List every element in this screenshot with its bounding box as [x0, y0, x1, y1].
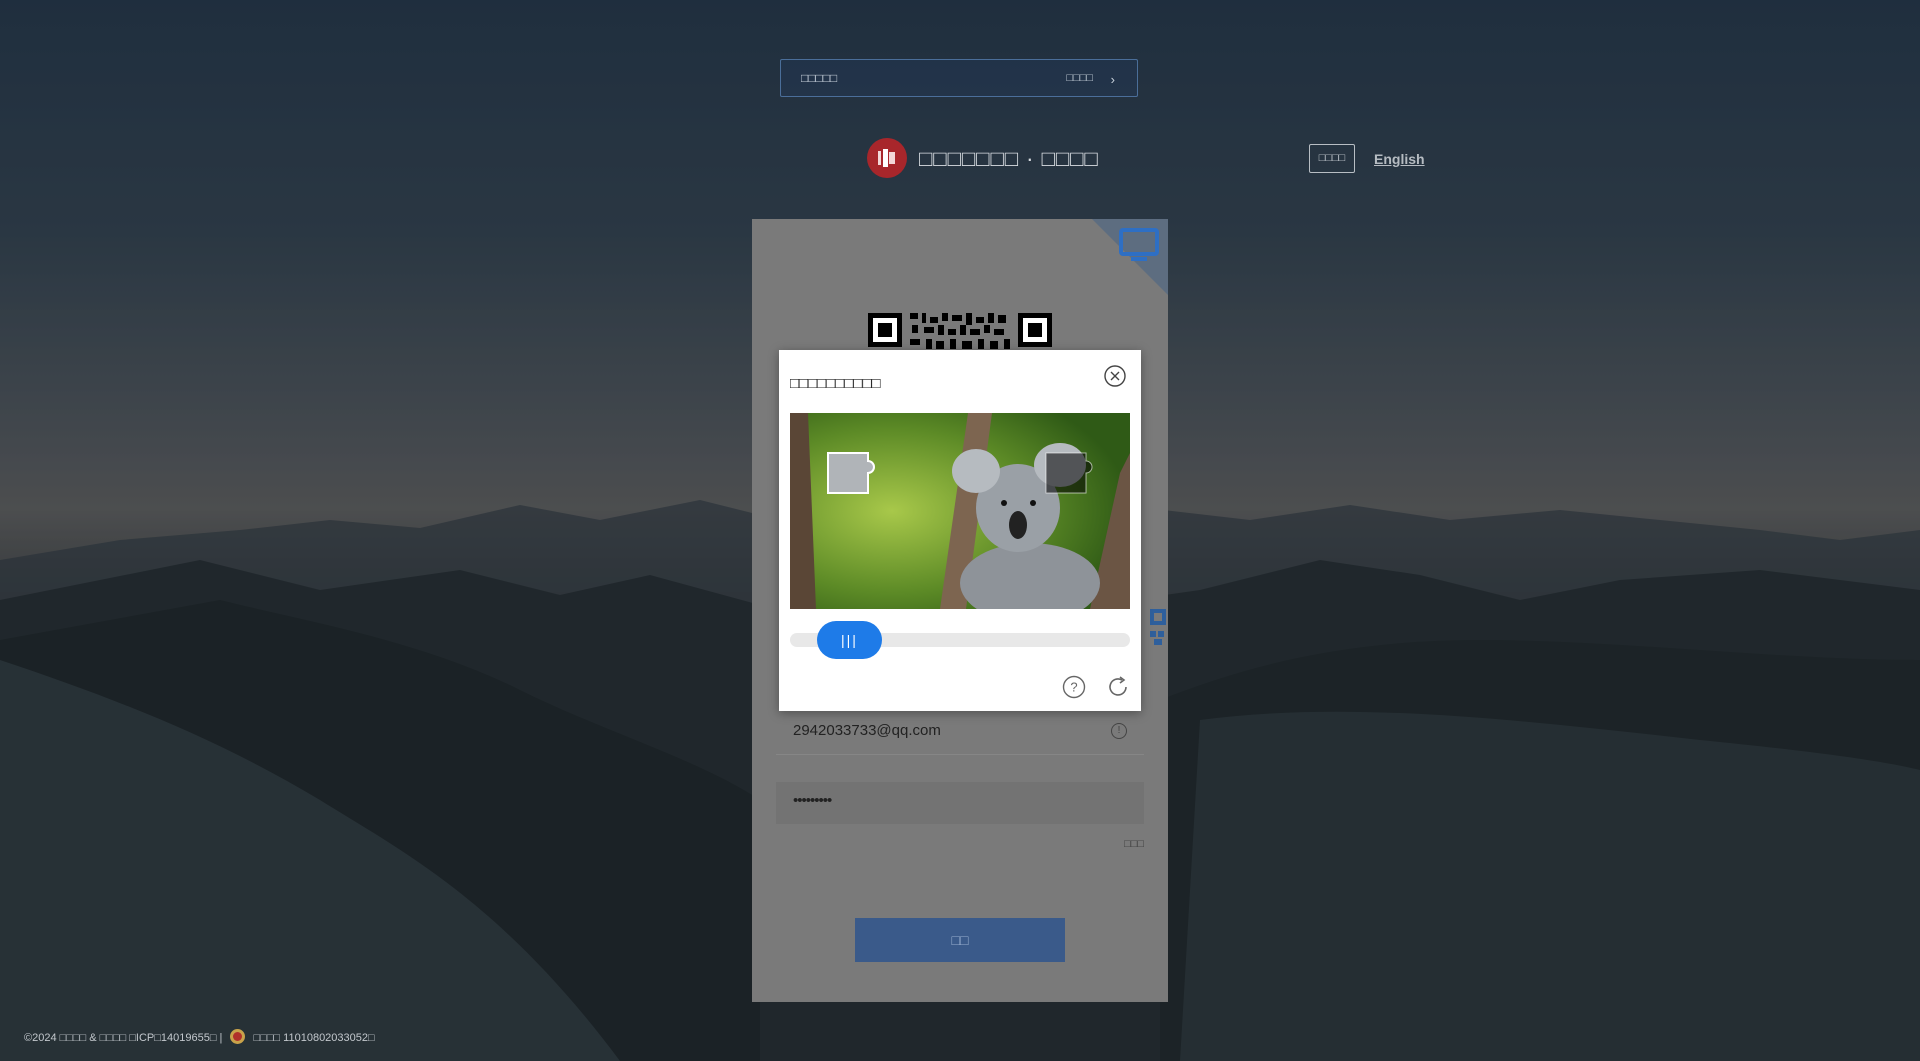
email-value: 2942033733@qq.com	[793, 722, 941, 739]
logo-icon	[867, 138, 907, 178]
qr-code-icon	[866, 311, 1054, 353]
captcha-puzzle-image	[790, 413, 1130, 609]
close-circle-icon[interactable]	[1104, 365, 1126, 387]
site-title: □□□□□□□ · □□□□	[919, 146, 1099, 171]
email-input[interactable]: 2942033733@qq.com !	[776, 709, 1144, 755]
svg-text:?: ?	[1070, 680, 1077, 695]
forgot-password-link[interactable]: □□□	[1124, 838, 1144, 850]
chevron-right-icon: ›	[1110, 72, 1115, 87]
footer-copyright: ©2024 □□□□ & □□□□ □ICP□14019655□ |	[24, 1032, 223, 1044]
announcement-bar[interactable]: □□□□□ □□□□ ›	[780, 59, 1138, 97]
slider-handle[interactable]: |||	[817, 621, 882, 659]
password-value: •••••••••	[793, 792, 832, 809]
captcha-modal: □□□□□□□□□□ ||| ?	[779, 350, 1141, 711]
login-button[interactable]: □□	[855, 918, 1065, 962]
warning-icon: !	[1111, 723, 1127, 739]
language-english-link[interactable]: English	[1374, 151, 1425, 167]
language-chinese-button[interactable]: □□□□	[1309, 144, 1355, 173]
qr-code-icon	[1150, 609, 1166, 645]
monitor-icon	[1119, 228, 1159, 261]
help-icon[interactable]: ?	[1062, 675, 1086, 699]
refresh-icon[interactable]	[1106, 675, 1130, 699]
police-badge-icon	[230, 1029, 246, 1044]
footer: ©2024 □□□□ & □□□□ □ICP□14019655□ | □□□□ …	[24, 1028, 375, 1045]
qr-login-toggle[interactable]	[1092, 219, 1168, 295]
announcement-more-link[interactable]: □□□□	[1066, 72, 1093, 84]
footer-police-record[interactable]: □□□□ 11010802033052□	[254, 1032, 375, 1044]
captcha-title: □□□□□□□□□□	[790, 375, 881, 392]
password-input[interactable]: •••••••••	[776, 782, 1144, 824]
announcement-text: □□□□□	[801, 71, 838, 85]
